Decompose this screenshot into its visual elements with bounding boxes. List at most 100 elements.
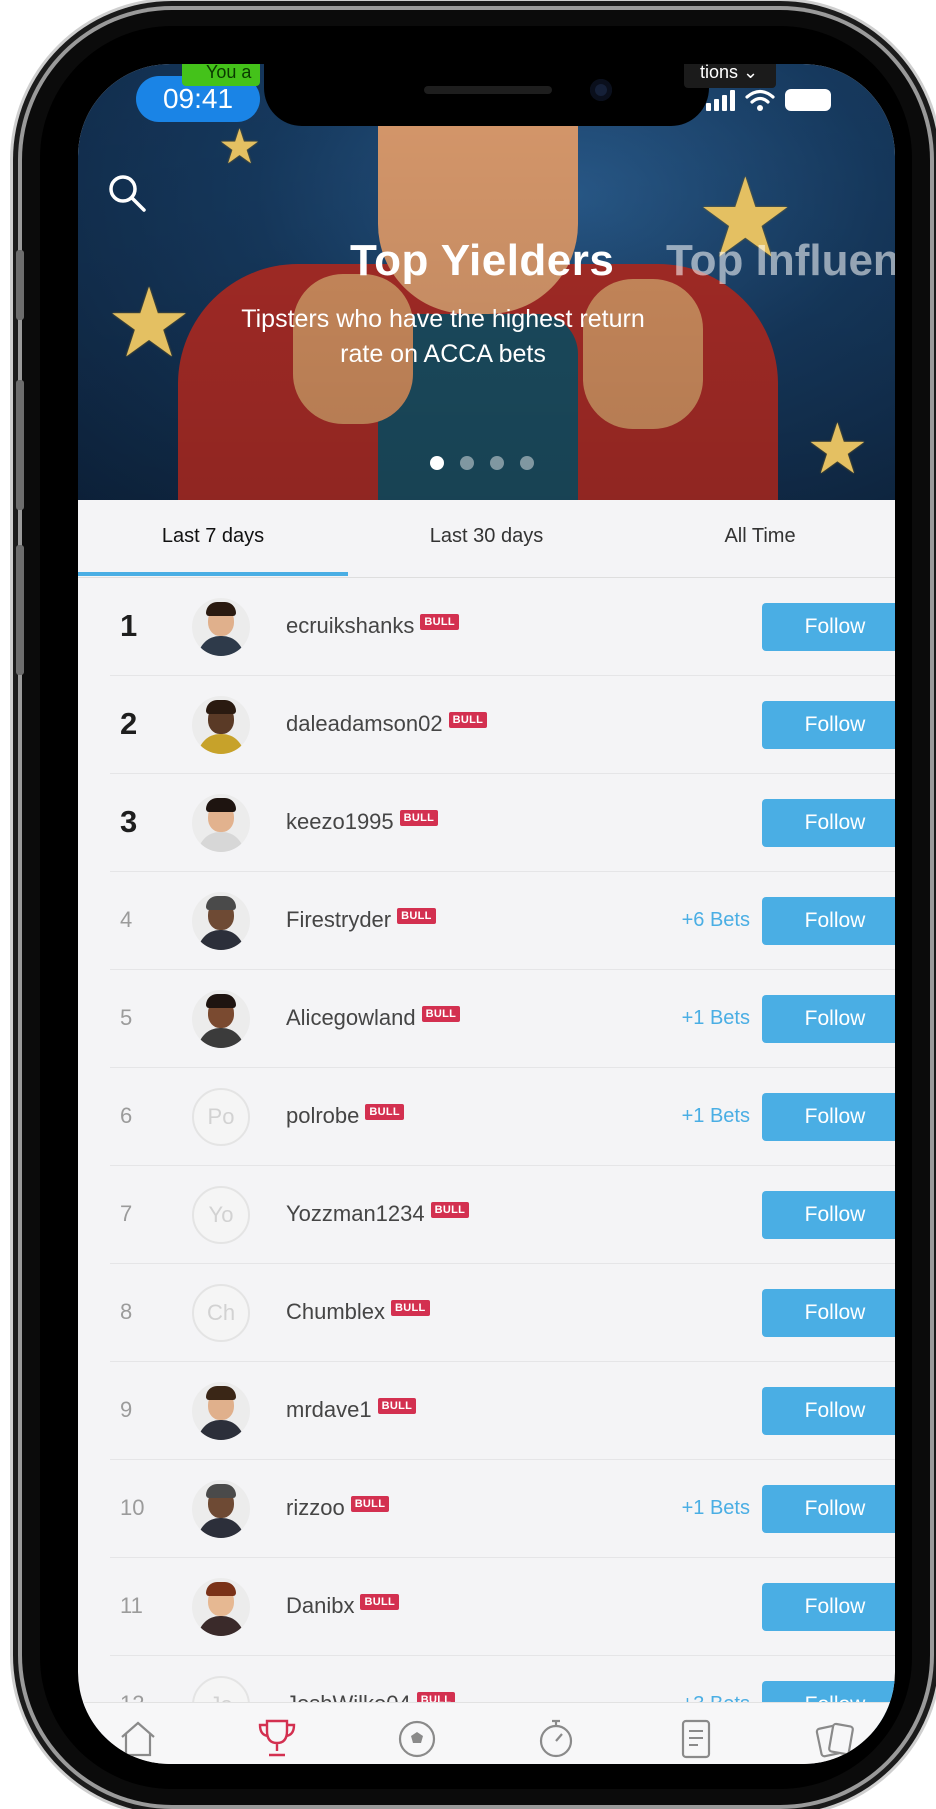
phone-side-button bbox=[16, 250, 24, 320]
username[interactable]: polrobe BULL bbox=[286, 1068, 404, 1166]
leaderboard-row[interactable]: 2 daleadamson02 BULL Follow bbox=[110, 676, 895, 774]
username-text[interactable]: Yozzman1234 bbox=[286, 1201, 425, 1226]
rank-number: 4 bbox=[120, 907, 133, 932]
phone-volume-up bbox=[16, 380, 24, 510]
follow-button[interactable]: Follow bbox=[762, 701, 895, 749]
avatar[interactable] bbox=[192, 1480, 250, 1538]
avatar[interactable] bbox=[192, 1578, 250, 1636]
bull-badge: BULL bbox=[377, 1398, 417, 1414]
avatar[interactable] bbox=[192, 1382, 250, 1440]
tab-last-30-days[interactable]: Last 30 days bbox=[348, 500, 625, 578]
follow-button[interactable]: Follow bbox=[762, 603, 895, 651]
follow-button[interactable]: Follow bbox=[762, 1191, 895, 1239]
football-icon[interactable] bbox=[395, 1715, 439, 1759]
username-text[interactable]: ecruikshanks bbox=[286, 613, 414, 638]
rank-number: 1 bbox=[120, 608, 138, 643]
username-text[interactable]: Danibx bbox=[286, 1593, 354, 1618]
username[interactable]: Firestryder BULL bbox=[286, 872, 436, 970]
username-text[interactable]: keezo1995 bbox=[286, 809, 394, 834]
username[interactable]: keezo1995 BULL bbox=[286, 774, 439, 872]
username-text[interactable]: daleadamson02 bbox=[286, 711, 443, 736]
front-camera bbox=[590, 79, 612, 101]
avatar[interactable] bbox=[192, 794, 250, 852]
follow-button[interactable]: Follow bbox=[762, 1485, 895, 1533]
status-icons bbox=[706, 88, 831, 112]
username[interactable]: Danibx BULL bbox=[286, 1558, 400, 1656]
avatar-initials[interactable]: Po bbox=[192, 1088, 250, 1146]
follow-button[interactable]: Follow bbox=[762, 1289, 895, 1337]
username-text[interactable]: Alicegowland bbox=[286, 1005, 416, 1030]
bets-count-link[interactable]: +1 Bets bbox=[600, 970, 750, 1068]
leaderboard-row[interactable]: 8 Ch Chumblex BULL Follow bbox=[110, 1264, 895, 1362]
username[interactable]: Yozzman1234 BULL bbox=[286, 1166, 470, 1264]
avatar[interactable] bbox=[192, 892, 250, 950]
follow-button[interactable]: Follow bbox=[762, 1093, 895, 1141]
home-icon[interactable] bbox=[116, 1715, 160, 1759]
username[interactable]: daleadamson02 BULL bbox=[286, 676, 488, 774]
username[interactable]: rizzoo BULL bbox=[286, 1460, 390, 1558]
tab-all-time[interactable]: All Time bbox=[625, 500, 895, 578]
avatar-hair bbox=[206, 1484, 236, 1498]
follow-button[interactable]: Follow bbox=[762, 1387, 895, 1435]
avatar[interactable] bbox=[192, 990, 250, 1048]
avatar[interactable] bbox=[192, 598, 250, 656]
leaderboard-row[interactable]: 1 ecruikshanks BULL Follow bbox=[110, 578, 895, 676]
rank-number: 3 bbox=[120, 804, 138, 839]
username[interactable]: Chumblex BULL bbox=[286, 1264, 430, 1362]
options-tag[interactable]: tions ⌄ bbox=[684, 64, 776, 88]
username-text[interactable]: mrdave1 bbox=[286, 1397, 372, 1422]
carousel-dot[interactable] bbox=[520, 456, 534, 470]
leaderboard-row[interactable]: 7 Yo Yozzman1234 BULL Follow bbox=[110, 1166, 895, 1264]
avatar-body bbox=[198, 734, 244, 754]
leaderboard-row[interactable]: 6 Po polrobe BULL +1 Bets Follow bbox=[110, 1068, 895, 1166]
avatar-body bbox=[198, 832, 244, 852]
avatar-hair bbox=[206, 994, 236, 1008]
username-text[interactable]: polrobe bbox=[286, 1103, 359, 1128]
leaderboard-row[interactable]: 3 keezo1995 BULL Follow bbox=[110, 774, 895, 872]
avatar[interactable] bbox=[192, 696, 250, 754]
username[interactable]: ecruikshanks BULL bbox=[286, 578, 459, 676]
avatar-initials[interactable]: Yo bbox=[192, 1186, 250, 1244]
username-text[interactable]: Firestryder bbox=[286, 907, 391, 932]
stopwatch-icon[interactable] bbox=[534, 1715, 578, 1759]
username-text[interactable]: rizzoo bbox=[286, 1495, 345, 1520]
carousel-dot[interactable] bbox=[430, 456, 444, 470]
tab-last-7-days[interactable]: Last 7 days bbox=[78, 500, 348, 578]
carousel-dot[interactable] bbox=[460, 456, 474, 470]
leaderboard-row[interactable]: 10 rizzoo BULL +1 Bets Follow bbox=[110, 1460, 895, 1558]
bull-badge: BULL bbox=[430, 1202, 470, 1218]
bull-badge: BULL bbox=[421, 1006, 461, 1022]
username[interactable]: mrdave1 BULL bbox=[286, 1362, 417, 1460]
bets-count-link[interactable]: +1 Bets bbox=[600, 1460, 750, 1558]
hero-subtitle: Tipsters who have the highest return rat… bbox=[241, 305, 645, 368]
bull-badge: BULL bbox=[420, 614, 459, 630]
star-icon: ★ bbox=[218, 121, 262, 174]
rank-number: 7 bbox=[120, 1201, 133, 1226]
follow-button[interactable]: Follow bbox=[762, 897, 895, 945]
search-icon[interactable] bbox=[106, 172, 148, 214]
betslip-icon[interactable] bbox=[674, 1715, 718, 1759]
cards-icon[interactable] bbox=[813, 1715, 857, 1759]
carousel-dot[interactable] bbox=[490, 456, 504, 470]
bets-count-link[interactable]: +6 Bets bbox=[600, 872, 750, 970]
follow-button[interactable]: Follow bbox=[762, 799, 895, 847]
bets-count-link[interactable]: +1 Bets bbox=[600, 1068, 750, 1166]
follow-button[interactable]: Follow bbox=[762, 1583, 895, 1631]
username-text[interactable]: Chumblex bbox=[286, 1299, 385, 1324]
rank-number: 2 bbox=[120, 706, 138, 741]
carousel-pagination[interactable] bbox=[430, 456, 534, 470]
trophy-icon[interactable] bbox=[255, 1715, 299, 1759]
username[interactable]: Alicegowland BULL bbox=[286, 970, 461, 1068]
rank-number: 10 bbox=[120, 1495, 145, 1520]
follow-button[interactable]: Follow bbox=[762, 995, 895, 1043]
signal-icon bbox=[706, 89, 735, 111]
app-screen: ★ ★ ★ ★ Top Yielders Top Influen Tipster… bbox=[78, 64, 895, 1764]
leaderboard-row[interactable]: 5 Alicegowland BULL +1 Bets Follow bbox=[110, 970, 895, 1068]
leaderboard-row[interactable]: 4 Firestryder BULL +6 Bets Follow bbox=[110, 872, 895, 970]
hero-next-title[interactable]: Top Influen bbox=[666, 236, 895, 286]
rank-number: 8 bbox=[120, 1299, 133, 1324]
avatar-initials[interactable]: Ch bbox=[192, 1284, 250, 1342]
leaderboard-row[interactable]: 9 mrdave1 BULL Follow bbox=[110, 1362, 895, 1460]
hero-carousel[interactable]: ★ ★ ★ ★ Top Yielders Top Influen Tipster… bbox=[78, 64, 895, 500]
leaderboard-row[interactable]: 11 Danibx BULL Follow bbox=[110, 1558, 895, 1656]
